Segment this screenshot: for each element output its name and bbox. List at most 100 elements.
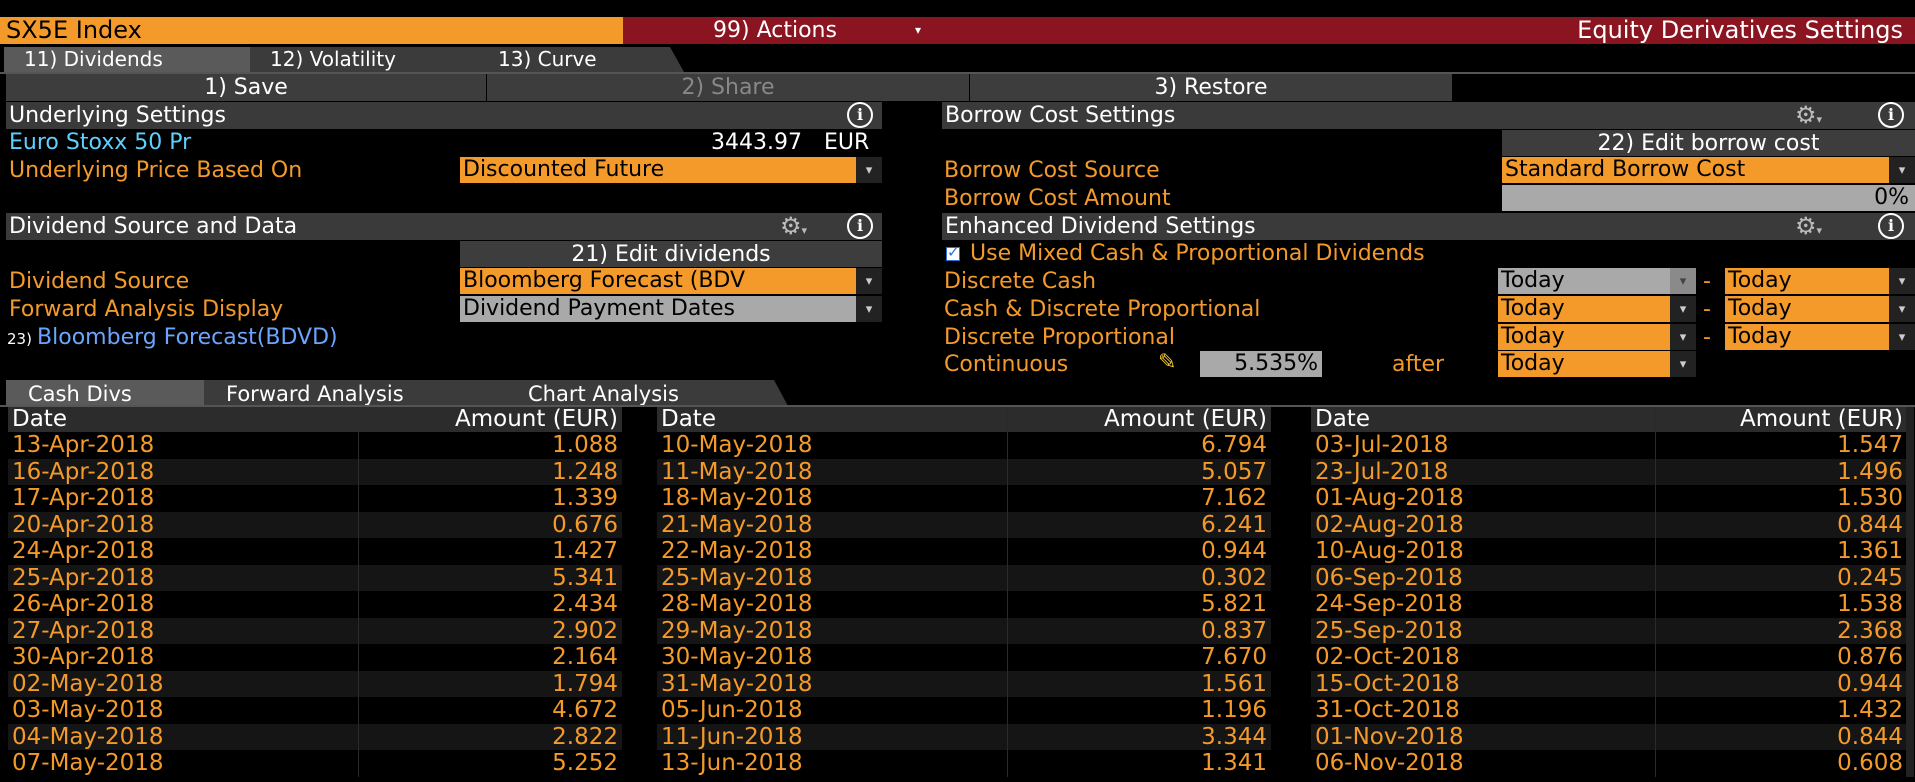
table-row[interactable]: 25-Apr-2018 5.341: [8, 564, 622, 591]
bdvd-link[interactable]: 23) Bloomberg Forecast(BDVD): [7, 325, 338, 350]
restore-button[interactable]: 3) Restore: [970, 74, 1452, 101]
table-row[interactable]: 24-Apr-2018 1.427: [8, 538, 622, 565]
dividend-date: 20-Apr-2018: [8, 511, 358, 538]
table-row[interactable]: 28-May-2018 5.821: [657, 591, 1271, 618]
cash-proportional-from[interactable]: Today ▾: [1498, 296, 1696, 322]
table-row[interactable]: 03-Jul-2018 1.547: [1311, 432, 1907, 459]
tab-chart-analysis[interactable]: Chart Analysis: [506, 380, 788, 406]
tab-cash-divs[interactable]: Cash Divs: [6, 380, 224, 406]
table-row[interactable]: 30-Apr-2018 2.164: [8, 644, 622, 671]
info-icon[interactable]: i: [847, 102, 873, 128]
table-row[interactable]: 16-Apr-2018 1.248: [8, 458, 622, 485]
table-row[interactable]: 31-Oct-2018 1.432: [1311, 697, 1907, 724]
forward-display-value: Dividend Payment Dates: [463, 296, 735, 321]
price-based-select[interactable]: Discounted Future ▾: [460, 157, 882, 183]
table-row[interactable]: 06-Nov-2018 0.608: [1311, 750, 1907, 777]
table-row[interactable]: 15-Oct-2018 0.944: [1311, 670, 1907, 697]
table-row[interactable]: 31-May-2018 1.561: [657, 670, 1271, 697]
column-header-date[interactable]: Date: [657, 407, 1007, 432]
table-row[interactable]: 10-Aug-2018 1.361: [1311, 538, 1907, 565]
tab-volatility[interactable]: 12) Volatility: [250, 47, 494, 72]
borrow-amount-input[interactable]: 0%: [1502, 185, 1915, 211]
gear-icon[interactable]: ⚙▾: [1795, 213, 1822, 244]
cash-proportional-to[interactable]: Today ▾: [1725, 296, 1915, 322]
discrete-proportional-from[interactable]: Today ▾: [1498, 324, 1696, 350]
pencil-icon[interactable]: ✎: [1158, 350, 1176, 375]
dividend-date: 30-May-2018: [661, 644, 813, 671]
dividend-date: 16-Apr-2018: [8, 458, 358, 485]
table-row[interactable]: 25-Sep-2018 2.368: [1311, 617, 1907, 644]
table-row[interactable]: 11-Jun-2018 3.344: [657, 723, 1271, 750]
table-row[interactable]: 23-Jul-2018 1.496: [1311, 458, 1907, 485]
borrow-source-select[interactable]: Standard Borrow Cost ▾: [1502, 157, 1915, 183]
dividend-source-value: Bloomberg Forecast (BDV: [463, 268, 746, 293]
price-based-label: Underlying Price Based On: [9, 158, 303, 183]
mixed-dividends-checkbox[interactable]: ✓: [946, 243, 960, 261]
table-row[interactable]: 11-May-2018 5.057: [657, 458, 1271, 485]
table-row[interactable]: 30-May-2018 7.670: [657, 644, 1271, 671]
tab-dividends[interactable]: 11) Dividends: [4, 47, 264, 72]
dividend-date: 06-Nov-2018: [1315, 750, 1464, 777]
table-row[interactable]: 03-May-2018 4.672: [8, 697, 622, 724]
dividend-date: 22-May-2018: [661, 538, 813, 565]
table-row[interactable]: 07-May-2018 5.252: [8, 750, 622, 777]
dividend-amount: 3.344: [1006, 723, 1271, 750]
actions-menu[interactable]: 99) Actions ▾: [623, 17, 927, 44]
info-icon[interactable]: i: [847, 213, 873, 239]
column-header-date[interactable]: Date: [8, 407, 358, 432]
discrete-proportional-to[interactable]: Today ▾: [1725, 324, 1915, 350]
continuous-rate-input[interactable]: 5.535%: [1200, 351, 1322, 377]
column-header-amount[interactable]: Amount (EUR): [1654, 407, 1907, 432]
continuous-after-select[interactable]: Today ▾: [1498, 351, 1696, 377]
table-row[interactable]: 21-May-2018 6.241: [657, 511, 1271, 538]
info-icon[interactable]: i: [1878, 213, 1904, 239]
column-header-amount[interactable]: Amount (EUR): [357, 407, 622, 432]
table-row[interactable]: 01-Nov-2018 0.844: [1311, 723, 1907, 750]
forward-display-select[interactable]: Dividend Payment Dates ▾: [460, 296, 882, 322]
info-icon[interactable]: i: [1878, 102, 1904, 128]
dividend-date: 15-Oct-2018: [1311, 670, 1655, 697]
dividend-date: 02-Aug-2018: [1311, 511, 1655, 538]
table-row[interactable]: 27-Apr-2018 2.902: [8, 617, 622, 644]
tab-curve[interactable]: 13) Curve: [478, 47, 684, 72]
table-row[interactable]: 13-Apr-2018 1.088: [8, 432, 622, 459]
table-row[interactable]: 02-May-2018 1.794: [8, 670, 622, 697]
gear-icon[interactable]: ⚙▾: [1795, 102, 1822, 133]
table-row[interactable]: 20-Apr-2018 0.676: [8, 511, 622, 538]
table-row[interactable]: 22-May-2018 0.944: [657, 538, 1271, 565]
table-row[interactable]: 25-May-2018 0.302: [657, 564, 1271, 591]
table-row[interactable]: 10-May-2018 6.794: [657, 432, 1271, 459]
table-row[interactable]: 18-May-2018 7.162: [657, 485, 1271, 512]
table-row[interactable]: 17-Apr-2018 1.339: [8, 485, 622, 512]
table-row[interactable]: 06-Sep-2018 0.245: [1311, 564, 1907, 591]
edit-dividends-button[interactable]: 21) Edit dividends: [460, 241, 882, 267]
table-row[interactable]: 13-Jun-2018 1.341: [657, 750, 1271, 777]
dividend-source-select[interactable]: Bloomberg Forecast (BDV ▾: [460, 268, 882, 294]
borrow-source-label: Borrow Cost Source: [944, 158, 1160, 183]
column-header-amount[interactable]: Amount (EUR): [1006, 407, 1271, 432]
edit-borrow-cost-button[interactable]: 22) Edit borrow cost: [1502, 130, 1915, 156]
dividend-amount: 1.248: [357, 458, 622, 485]
dividend-date: 06-Sep-2018: [1311, 564, 1655, 591]
column-header-date[interactable]: Date: [1311, 407, 1655, 432]
share-button[interactable]: 2) Share: [487, 74, 969, 101]
table-row[interactable]: 01-Aug-2018 1.530: [1311, 485, 1907, 512]
table-row[interactable]: 26-Apr-2018 2.434: [8, 591, 622, 618]
table-row[interactable]: 24-Sep-2018 1.538: [1311, 591, 1907, 618]
table-row[interactable]: 02-Oct-2018 0.876: [1311, 644, 1907, 671]
scrollbar[interactable]: [1906, 407, 1914, 777]
dividend-date: 01-Nov-2018: [1311, 723, 1655, 750]
dividend-date: 30-Apr-2018: [12, 644, 155, 671]
table-row[interactable]: 04-May-2018 2.822: [8, 723, 622, 750]
gear-icon[interactable]: ⚙▾: [780, 213, 807, 244]
dividend-date: 23-Jul-2018: [1311, 458, 1655, 485]
table-row[interactable]: 02-Aug-2018 0.844: [1311, 511, 1907, 538]
range-dash: -: [1703, 297, 1711, 322]
save-button[interactable]: 1) Save: [6, 74, 486, 101]
tab-forward-analysis[interactable]: Forward Analysis: [204, 380, 526, 406]
table-row[interactable]: 29-May-2018 0.837: [657, 617, 1271, 644]
dividend-date: 13-Jun-2018: [661, 750, 803, 777]
discrete-cash-to[interactable]: Today ▾: [1725, 268, 1915, 294]
table-row[interactable]: 05-Jun-2018 1.196: [657, 697, 1271, 724]
discrete-cash-from[interactable]: Today ▾: [1498, 268, 1696, 294]
